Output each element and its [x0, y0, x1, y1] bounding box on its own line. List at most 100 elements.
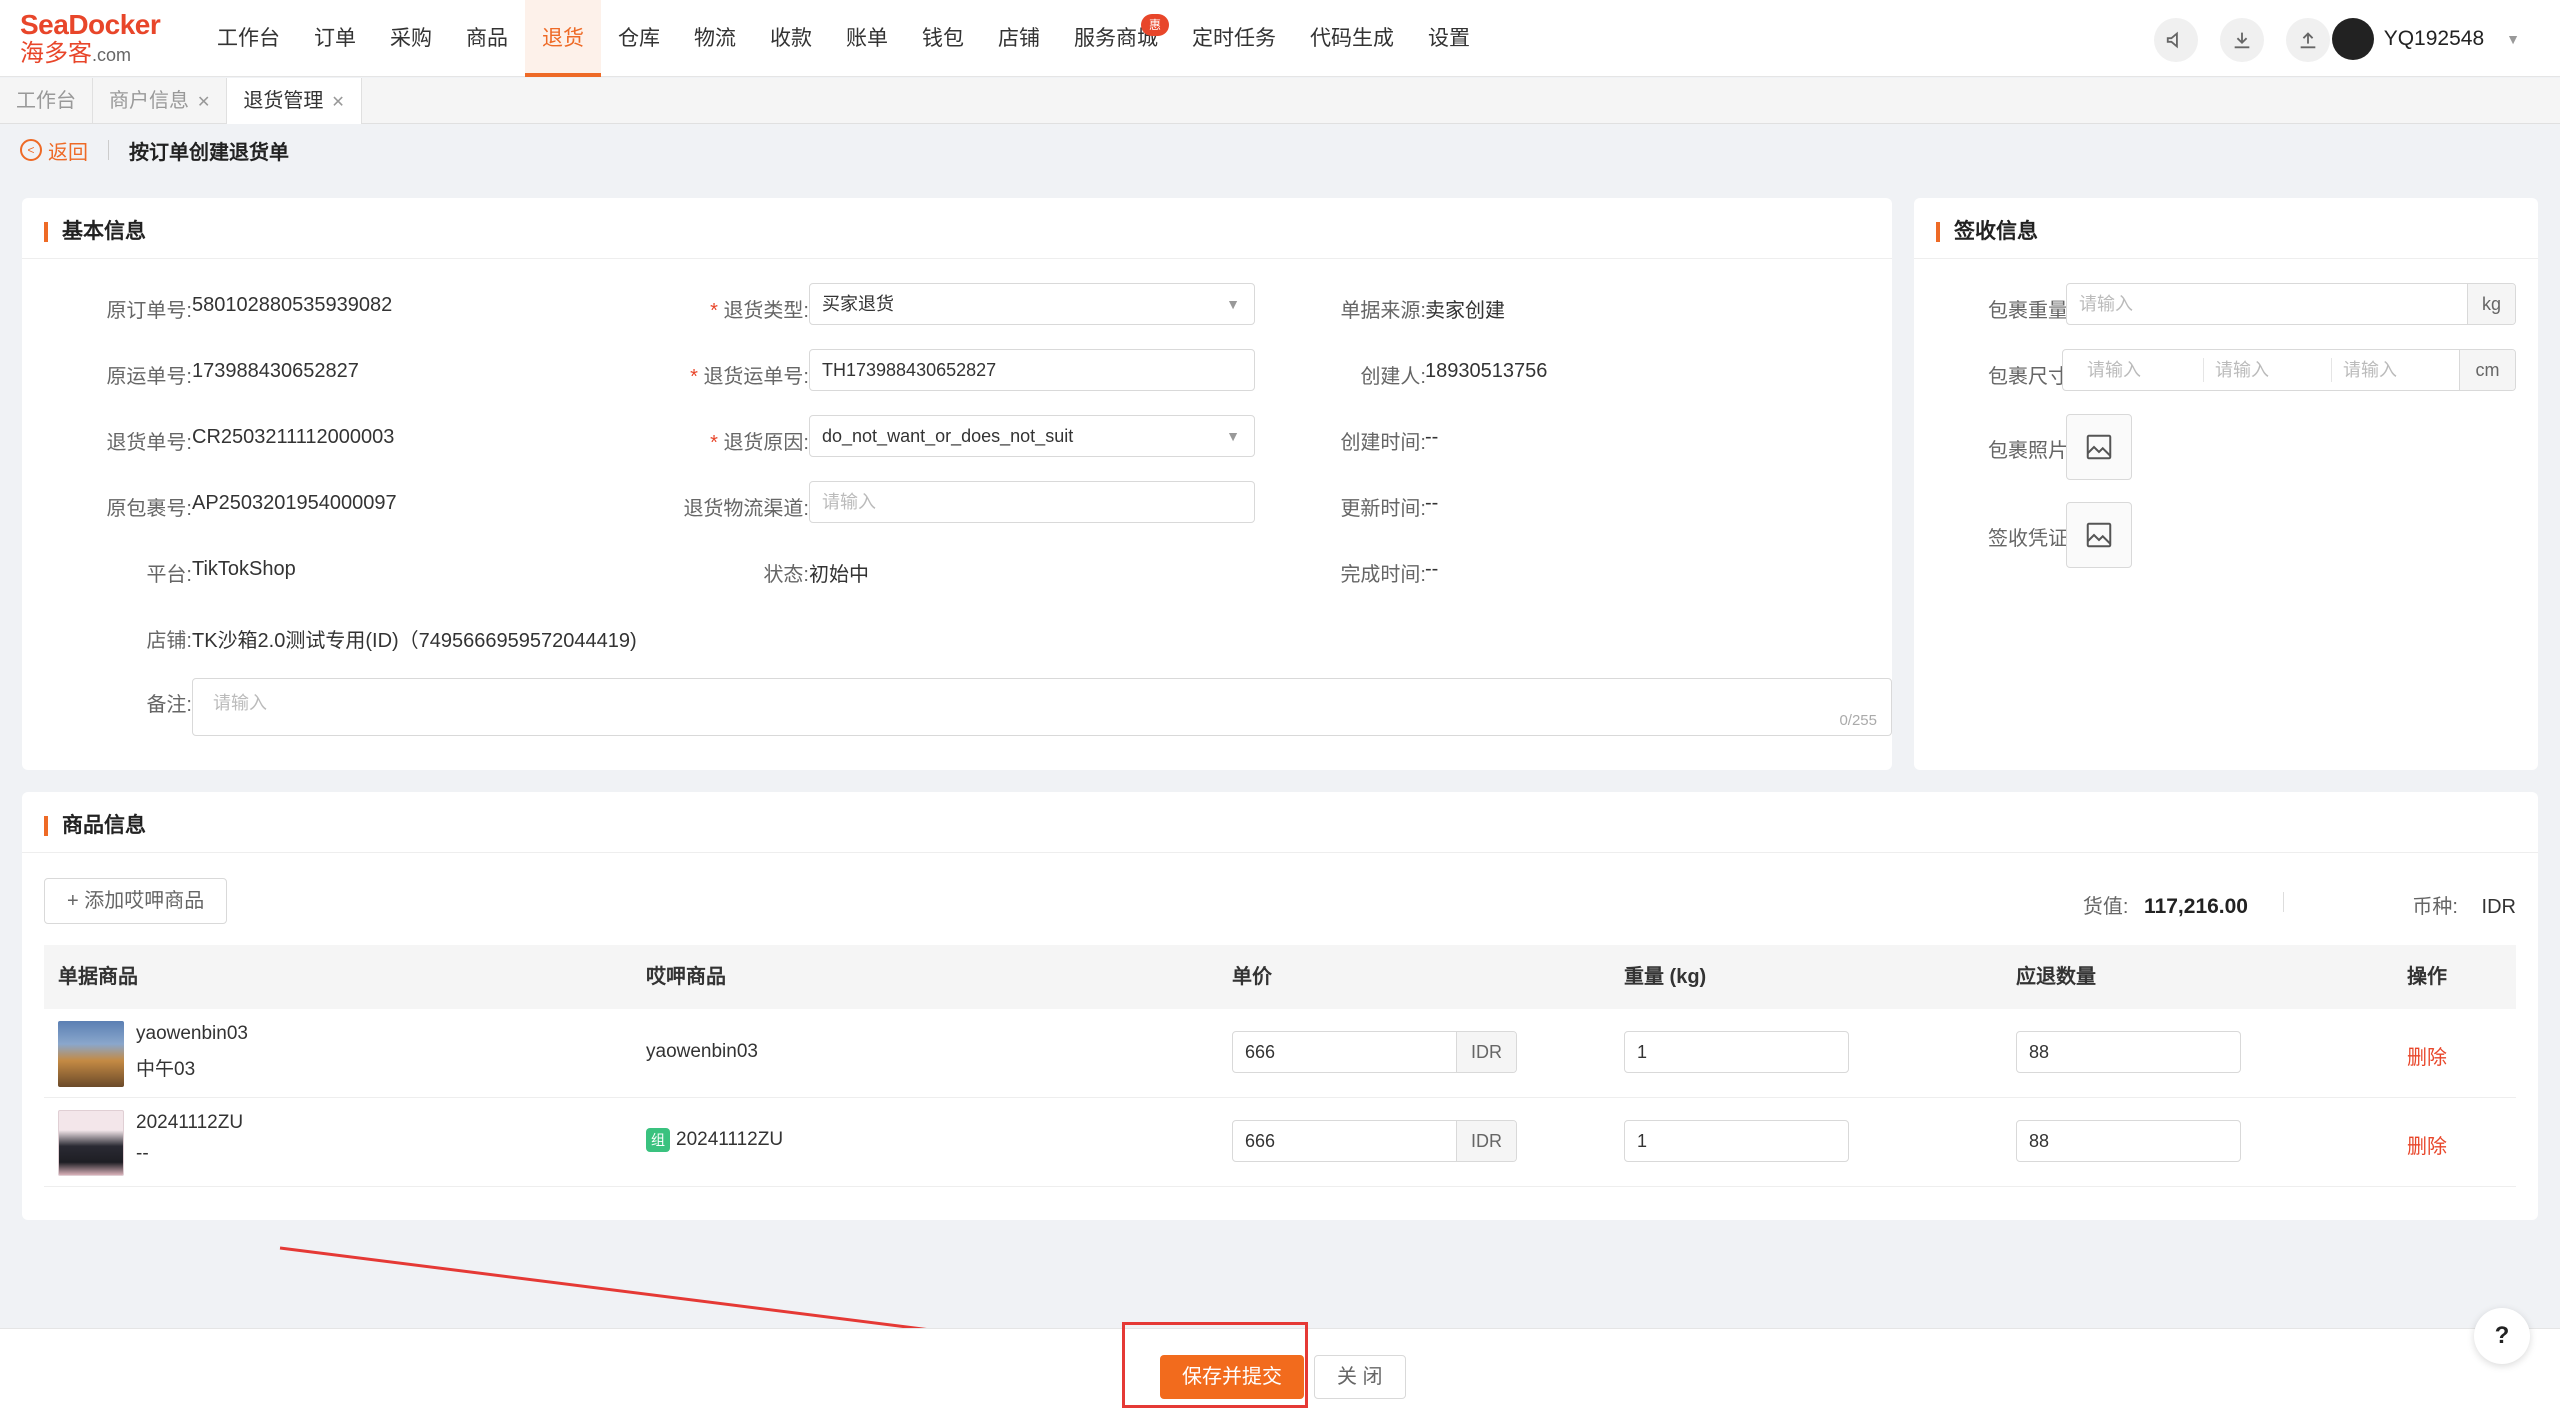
return-reason-select[interactable]: do_not_want_or_does_not_suit ▼	[809, 415, 1255, 457]
return-shipping-input[interactable]: TH173988430652827	[809, 349, 1255, 391]
status-value: 初始中	[809, 564, 869, 586]
logo-cn-text: 海多客	[20, 40, 92, 67]
size-unit: cm	[2459, 350, 2515, 390]
tab-merchant-info[interactable]: 商户信息 ✕	[93, 78, 228, 124]
menu-item-workbench[interactable]: 工作台	[200, 0, 297, 77]
avatar	[2331, 18, 2374, 60]
annotation-highlight	[1122, 1322, 1308, 1408]
return-channel-input[interactable]: 请输入	[809, 481, 1255, 523]
weight-unit: kg	[2467, 284, 2515, 324]
product-name: 20241112ZU	[136, 1112, 244, 1133]
section-title: 商品信息	[44, 815, 146, 836]
menu-item-receipts[interactable]: 收款	[753, 0, 829, 77]
sku-name: yaowenbin03	[646, 1041, 758, 1062]
tab-returns-management[interactable]: 退货管理 ✕	[227, 78, 362, 124]
orig-package-no: AP2503201954000097	[192, 492, 397, 514]
add-product-button[interactable]: + 添加哎呷商品	[44, 878, 228, 924]
menu-item-settings[interactable]: 设置	[1411, 0, 1487, 77]
announcement-icon[interactable]	[2154, 18, 2198, 62]
delete-link[interactable]: 删除	[2407, 1130, 2447, 1159]
menu-item-stores[interactable]: 店铺	[981, 0, 1057, 77]
section-title: 基本信息	[44, 221, 146, 242]
package-photo-upload[interactable]	[2066, 414, 2132, 480]
chevron-down-icon: ▼	[1226, 428, 1240, 444]
close-icon[interactable]: ✕	[331, 94, 344, 111]
menu-item-logistics[interactable]: 物流	[677, 0, 753, 77]
image-icon	[2086, 522, 2112, 548]
goods-table-header: 单据商品 哎呷商品 单价 重量 (kg) 应退数量 操作	[44, 945, 2516, 1009]
sign-proof-upload[interactable]	[2066, 502, 2132, 568]
menu-item-service-mall[interactable]: 服务商城惠	[1057, 0, 1175, 77]
upload-icon[interactable]	[2286, 18, 2330, 62]
goods-value: 117,216.00	[2144, 895, 2248, 918]
close-button[interactable]: 关 闭	[1314, 1355, 1406, 1399]
combo-tag: 组	[646, 1128, 670, 1152]
menu-item-scheduled-tasks[interactable]: 定时任务	[1175, 0, 1293, 77]
length-input[interactable]: 请输入	[2087, 350, 2141, 390]
back-arrow-icon: <	[20, 139, 42, 161]
main-menu: 工作台 订单 采购 商品 退货 仓库 物流 收款 账单 钱包 店铺 服务商城惠 …	[200, 0, 1487, 77]
delete-link[interactable]: 删除	[2407, 1041, 2447, 1070]
promo-badge: 惠	[1141, 14, 1169, 36]
chevron-down-icon: ▼	[2506, 31, 2520, 47]
menu-item-products[interactable]: 商品	[449, 0, 525, 77]
price-input[interactable]: 666 IDR	[1232, 1120, 1517, 1162]
username: YQ192548	[2383, 27, 2485, 50]
page-tabs: 工作台 商户信息 ✕ 退货管理 ✕	[0, 78, 2560, 124]
product-thumbnail	[58, 1021, 124, 1087]
orig-shipping-no: 173988430652827	[192, 360, 359, 382]
product-sub: 中午03	[136, 1059, 196, 1080]
top-navbar: SeaDocker 海多客.com 工作台 订单 采购 商品 退货 仓库 物流 …	[0, 0, 2560, 77]
chevron-down-icon: ▼	[1226, 296, 1240, 312]
package-weight-input[interactable]: 请输入 kg	[2066, 283, 2516, 325]
menu-item-bills[interactable]: 账单	[829, 0, 905, 77]
sign-info-card: 签收信息 包裹重量 请输入 kg 包裹尺寸 请输入 请输入 请输入 cm 包裹照…	[1914, 198, 2538, 770]
sku-name: 20241112ZU	[676, 1129, 784, 1151]
user-menu[interactable]: YQ192548 ▼	[2331, 18, 2520, 60]
help-button[interactable]: ?	[2474, 1308, 2530, 1364]
source-value: 卖家创建	[1425, 300, 1505, 322]
menu-item-wallet[interactable]: 钱包	[905, 0, 981, 77]
height-input[interactable]: 请输入	[2343, 350, 2397, 390]
logo-text: SeaDocker	[20, 9, 161, 40]
qty-input[interactable]: 88	[2016, 1120, 2241, 1162]
char-counter: 0/255	[1839, 712, 1877, 729]
menu-item-code-gen[interactable]: 代码生成	[1293, 0, 1411, 77]
back-button[interactable]: < 返回	[20, 136, 88, 165]
updated-time: --	[1425, 492, 1439, 514]
width-input[interactable]: 请输入	[2215, 350, 2269, 390]
table-row: 20241112ZU -- 组 20241112ZU 666 IDR 1 88 删…	[44, 1098, 2516, 1187]
price-input[interactable]: 666 IDR	[1232, 1031, 1517, 1073]
finished-time: --	[1425, 558, 1439, 580]
currency-value: IDR	[2481, 896, 2516, 918]
remark-textarea[interactable]: 请输入 0/255	[192, 678, 1892, 736]
creator-value: 18930513756	[1425, 360, 1548, 382]
qty-input[interactable]: 88	[2016, 1031, 2241, 1073]
created-time: --	[1425, 426, 1439, 448]
breadcrumb: < 返回 按订单创建退货单	[20, 135, 289, 165]
plus-icon: +	[67, 890, 85, 912]
page-title: 按订单创建退货单	[129, 141, 289, 164]
menu-item-warehouse[interactable]: 仓库	[601, 0, 677, 77]
image-icon	[2086, 434, 2112, 460]
download-icon[interactable]	[2220, 18, 2264, 62]
package-size-input[interactable]: 请输入 请输入 请输入 cm	[2062, 349, 2516, 391]
store-value: TK沙箱2.0测试专用(ID)（7495666959572044419)	[192, 630, 637, 652]
platform-value: TikTokShop	[192, 558, 296, 580]
weight-input[interactable]: 1	[1624, 1120, 1849, 1162]
return-no: CR2503211112000003	[192, 426, 395, 448]
weight-input[interactable]: 1	[1624, 1031, 1849, 1073]
section-title: 签收信息	[1936, 221, 2038, 242]
close-icon[interactable]: ✕	[197, 94, 210, 111]
product-thumbnail	[58, 1110, 124, 1176]
product-sub: --	[136, 1143, 149, 1164]
table-row: yaowenbin03 中午03 yaowenbin03 666 IDR 1 8…	[44, 1009, 2516, 1098]
menu-item-returns[interactable]: 退货	[525, 0, 601, 77]
menu-item-orders[interactable]: 订单	[297, 0, 373, 77]
return-type-select[interactable]: 买家退货 ▼	[809, 283, 1255, 325]
tab-workbench[interactable]: 工作台	[0, 78, 93, 124]
product-name: yaowenbin03	[136, 1023, 248, 1044]
basic-info-card: 基本信息 原订单号: 580102880535939082 原运单号: 1739…	[22, 198, 1892, 770]
menu-item-purchase[interactable]: 采购	[373, 0, 449, 77]
brand-logo[interactable]: SeaDocker 海多客.com	[20, 10, 170, 68]
